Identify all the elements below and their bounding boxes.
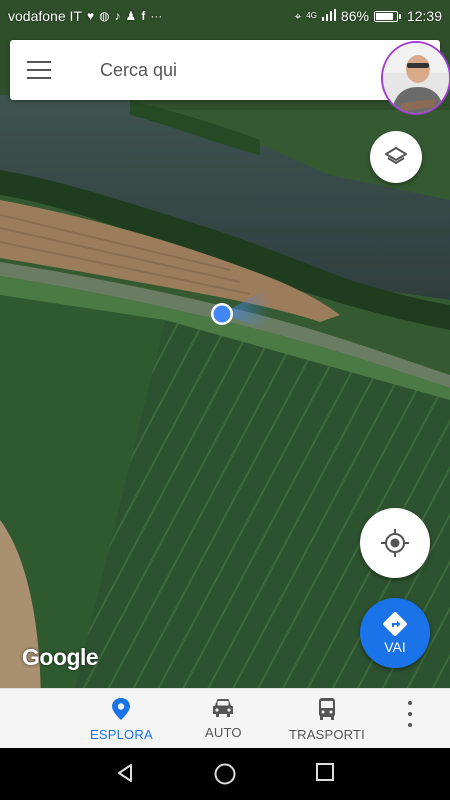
more-dots-icon: ··· [150, 9, 163, 23]
directions-diamond-icon [383, 612, 407, 636]
current-location-dot [213, 305, 231, 323]
system-navigation-bar [0, 748, 450, 800]
tab-transit-label: TRASPORTI [289, 727, 365, 742]
bus-icon [318, 698, 335, 720]
heart-pulse-icon: ♥ [86, 9, 95, 23]
status-bar-right: ⌖ 4G 86% 12:39 [294, 8, 442, 24]
go-label: VAI [384, 639, 406, 655]
tab-transit[interactable]: TRASPORTI [289, 697, 365, 742]
layers-icon [385, 147, 407, 164]
google-logo: Google [22, 644, 99, 670]
home-icon[interactable] [213, 762, 237, 786]
my-location-button[interactable] [360, 508, 430, 578]
hamburger-menu-icon[interactable] [10, 40, 68, 100]
status-bar-left: vodafone IT ♥ ◍ ♪ ♟ f ··· [8, 8, 162, 24]
back-icon[interactable] [114, 762, 136, 784]
status-bar: vodafone IT ♥ ◍ ♪ ♟ f ··· ⌖ 4G 86% 12:39 [0, 0, 450, 32]
directions-go-button[interactable]: VAI [360, 598, 430, 668]
more-options-icon[interactable] [400, 699, 420, 729]
signal-icon [321, 8, 336, 24]
person-icon: ♟ [125, 9, 137, 23]
network-type: 4G [306, 11, 317, 20]
tab-drive-label: AUTO [205, 725, 242, 740]
clock: 12:39 [406, 8, 442, 24]
search-input[interactable]: Cerca qui [100, 60, 177, 81]
battery-icon [373, 10, 401, 22]
carrier-label: vodafone IT [8, 8, 82, 24]
bottom-navigation: ESPLORA AUTO TRASPORTI [0, 688, 450, 748]
battery-percent: 86% [340, 8, 369, 24]
music-icon: ♪ [114, 9, 121, 23]
crosshair-icon [381, 529, 409, 557]
tab-explore[interactable]: ESPLORA [90, 697, 153, 742]
messenger-icon: ◍ [99, 9, 110, 23]
tab-drive[interactable]: AUTO [205, 697, 242, 740]
tab-explore-label: ESPLORA [90, 727, 153, 742]
recent-apps-icon[interactable] [315, 762, 335, 782]
account-avatar[interactable] [381, 41, 450, 115]
search-bar[interactable]: Cerca qui [10, 40, 440, 100]
facebook-icon: f [141, 9, 146, 23]
explore-pin-icon [112, 698, 131, 720]
map-layers-button[interactable] [370, 131, 422, 183]
car-icon [213, 699, 234, 717]
location-icon: ⌖ [294, 8, 302, 23]
